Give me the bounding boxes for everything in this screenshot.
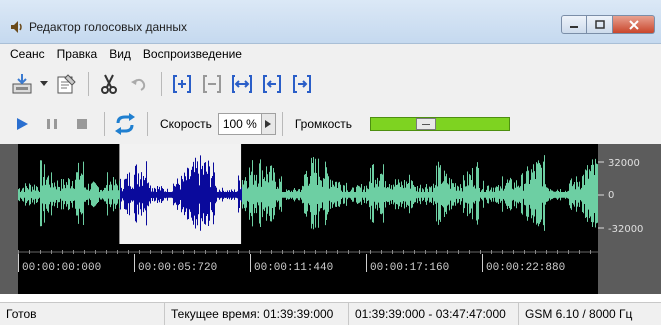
menu-playback[interactable]: Воспроизведение — [137, 47, 248, 61]
timeline-label: 00:00:22:880 — [486, 262, 565, 274]
save-dropdown-button[interactable] — [38, 70, 50, 98]
window-title: Редактор голосовых данных — [29, 20, 188, 34]
status-range: 01:39:39:000 - 03:47:47:000 — [349, 302, 519, 325]
select-out-button[interactable] — [198, 70, 226, 98]
timeline-label: 00:00:11:440 — [254, 262, 333, 274]
status-format: GSM 6.10 / 8000 Гц — [525, 307, 633, 321]
bracket-plus-icon — [173, 75, 191, 93]
status-bar: Готов Текущее время: 01:39:39:000 01:39:… — [0, 302, 661, 325]
play-icon — [17, 118, 28, 130]
menu-bar: Сеанс Правка Вид Воспроизведение — [0, 44, 661, 64]
speaker-icon — [9, 19, 25, 35]
save-button[interactable] — [8, 70, 36, 98]
status-state: Готов — [0, 302, 165, 325]
maximize-button[interactable] — [587, 15, 613, 34]
amplitude-label-max: 32000 — [608, 158, 640, 169]
scissors-icon — [101, 74, 117, 94]
play-button[interactable] — [8, 110, 36, 138]
menu-view[interactable]: Вид — [103, 47, 137, 61]
stop-icon — [77, 119, 87, 129]
toolbar-separator — [281, 112, 283, 136]
amplitude-label-min: -32000 — [608, 224, 644, 235]
loop-icon — [115, 113, 135, 135]
menu-session[interactable]: Сеанс — [4, 47, 51, 61]
timeline-label: 00:00:17:160 — [370, 262, 449, 274]
playback-toolbar: Скорость 100 % Громкость — [0, 104, 661, 144]
bracket-expand-icon — [232, 75, 252, 93]
pause-button[interactable] — [38, 110, 66, 138]
speed-label: Скорость — [160, 117, 212, 131]
waveform-left-margin — [0, 144, 18, 294]
close-button[interactable] — [613, 15, 655, 34]
bracket-minus-icon — [203, 75, 221, 93]
window-controls — [561, 15, 655, 35]
chevron-right-icon — [265, 120, 272, 128]
status-current-time: Текущее время: 01:39:39:000 — [165, 302, 349, 325]
pause-icon — [47, 119, 57, 129]
chevron-down-icon — [40, 81, 48, 86]
toolbar-separator — [88, 72, 89, 96]
title-bar: Редактор голосовых данных — [0, 0, 661, 44]
cut-button[interactable] — [95, 70, 123, 98]
timeline-label: 00:00:05:720 — [138, 262, 217, 274]
select-start-button[interactable] — [258, 70, 286, 98]
toolbar-separator — [161, 72, 162, 96]
minimize-button[interactable] — [561, 15, 587, 34]
bracket-right-arrow-icon — [293, 75, 311, 93]
properties-icon — [57, 74, 76, 94]
volume-slider-thumb[interactable] — [415, 118, 436, 130]
amplitude-scale: 32000 0 -32000 — [598, 144, 661, 294]
edit-toolbar — [0, 64, 661, 104]
speed-dropdown-button[interactable] — [261, 113, 276, 135]
amplitude-label-zero: 0 — [608, 190, 615, 201]
waveform-canvas: 00:00:00:000 00:00:05:720 00:00:11:440 00:0… — [18, 144, 598, 274]
undo-icon — [131, 78, 146, 91]
waveform-panel[interactable]: 00:00:00:000 00:00:05:720 00:00:11:440 00:0… — [18, 144, 598, 294]
menu-edit[interactable]: Правка — [51, 47, 104, 61]
volume-label: Громкость — [294, 117, 353, 131]
select-all-button[interactable] — [228, 70, 256, 98]
toolbar-separator — [147, 112, 148, 136]
loop-button[interactable] — [111, 110, 139, 138]
properties-button[interactable] — [52, 70, 80, 98]
bracket-left-arrow-icon — [263, 75, 281, 93]
stop-button[interactable] — [68, 110, 96, 138]
toolbar-separator — [104, 112, 105, 136]
undo-button[interactable] — [125, 70, 153, 98]
speed-input[interactable]: 100 % — [217, 113, 262, 135]
volume-slider[interactable] — [370, 117, 511, 131]
select-in-button[interactable] — [168, 70, 196, 98]
select-end-button[interactable] — [288, 70, 316, 98]
save-icon — [12, 74, 32, 94]
timeline-label: 00:00:00:000 — [22, 262, 101, 274]
